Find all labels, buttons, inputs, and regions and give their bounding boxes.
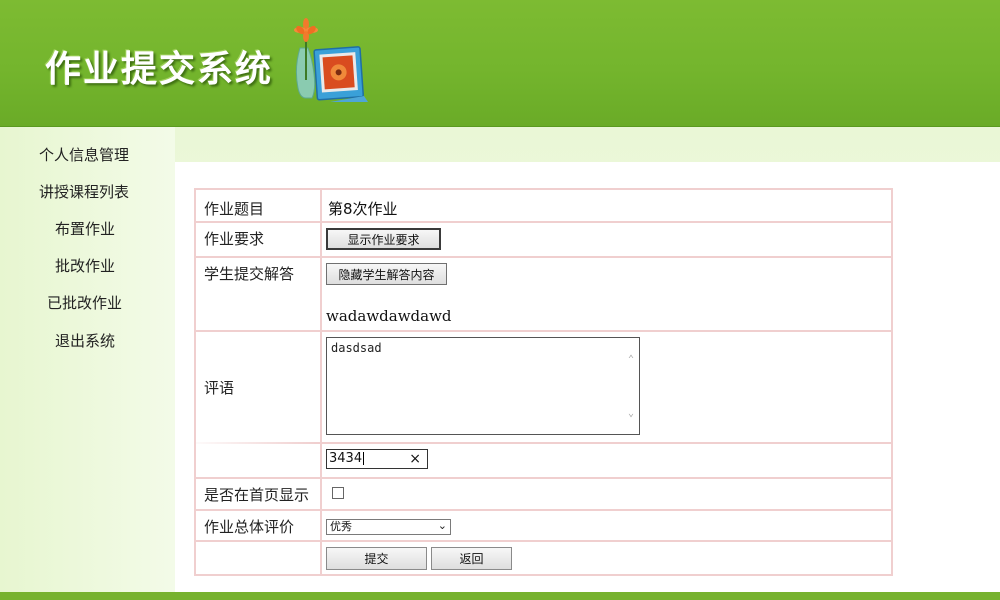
row-divider [196,540,891,542]
show-on-homepage-label: 是否在首页显示 [204,486,310,504]
comment-text: dasdsad [331,341,382,355]
sidebar-item-graded-homework[interactable]: 已批改作业 [47,292,122,313]
homework-requirement-label: 作业要求 [204,230,265,248]
scroll-up-icon[interactable]: ⌃ [626,354,636,365]
student-answer-text: wadawdawdawd [326,307,452,325]
sidebar-item-logout[interactable]: 退出系统 [55,330,115,351]
sidebar-item-assign-homework[interactable]: 布置作业 [55,218,115,239]
sidebar-item-personal-info[interactable]: 个人信息管理 [39,144,129,165]
homework-title-label: 作业题目 [204,200,265,218]
sidebar-item-grade-homework[interactable]: 批改作业 [55,255,115,276]
score-input[interactable]: 3434 × [326,449,428,469]
header-banner: 作业提交系统 [0,0,1000,127]
row-divider [196,256,891,258]
grading-form: 作业题目 第8次作业 作业要求 显示作业要求 学生提交解答 隐藏学生解答内容 w… [194,188,893,576]
show-requirement-button[interactable]: 显示作业要求 [326,228,441,250]
row-divider [196,221,891,223]
student-answer-label: 学生提交解答 [204,265,295,283]
sidebar-item-course-list[interactable]: 讲授课程列表 [39,181,129,202]
submit-button[interactable]: 提交 [326,547,427,570]
overall-rating-label: 作业总体评价 [204,518,295,536]
row-divider [196,330,891,332]
app-title: 作业提交系统 [45,49,274,90]
back-button[interactable]: 返回 [431,547,512,570]
homework-title-value: 第8次作业 [328,200,398,218]
column-divider [320,190,322,574]
overall-rating-select[interactable]: 优秀 ⌄ [326,519,451,535]
score-value: 3434 [329,451,363,466]
scroll-down-icon[interactable]: ⌄ [626,408,636,419]
text-caret [363,452,365,465]
row-divider [196,509,891,511]
footer-bar [0,592,1000,600]
overall-rating-value: 优秀 [330,520,352,533]
background-fade [196,436,316,446]
show-on-homepage-checkbox[interactable] [332,487,344,499]
hide-answer-button[interactable]: 隐藏学生解答内容 [326,263,447,285]
flower-photo-frame-icon [294,18,368,102]
comment-label: 评语 [204,379,235,397]
row-divider [196,477,891,479]
chevron-down-icon: ⌄ [437,519,447,532]
clear-input-icon[interactable]: × [409,450,421,468]
comment-textarea[interactable]: dasdsad ⌃ ⌄ [326,337,640,435]
